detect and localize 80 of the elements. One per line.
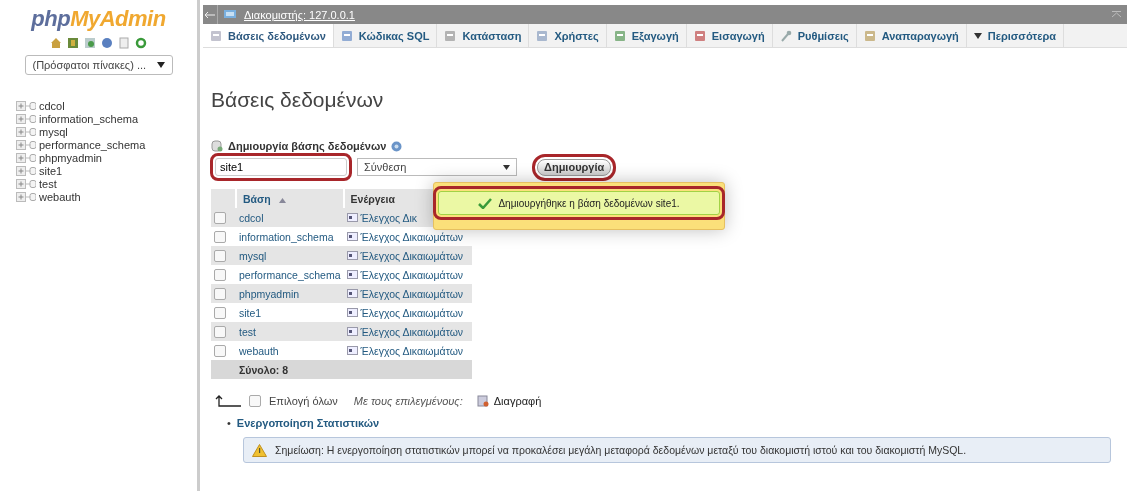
- expand-icon[interactable]: [16, 152, 36, 163]
- database-link[interactable]: information_schema: [39, 112, 139, 125]
- privileges-icon: [346, 289, 358, 298]
- nav-tab[interactable]: Αναπαραγωγή: [856, 24, 967, 47]
- column-header[interactable]: Βάση: [236, 189, 344, 208]
- expand-icon[interactable]: [16, 113, 36, 124]
- database-link[interactable]: mysql: [39, 125, 68, 138]
- nav-tab[interactable]: Κώδικας SQL: [333, 24, 438, 47]
- wrench-icon: [779, 29, 792, 42]
- reload-icon[interactable]: [135, 37, 147, 49]
- privileges-icon: [346, 346, 358, 355]
- page-heading: Βάσεις δεδομένων: [211, 88, 385, 112]
- dropdown-caret-icon: [503, 164, 510, 170]
- section-title: Δημιουργία βάσης δεδομένων: [228, 140, 387, 152]
- database-link[interactable]: webauth: [39, 190, 81, 203]
- privileges-link[interactable]: Έλεγχος Δικαιωμάτων: [360, 344, 464, 357]
- delete-button[interactable]: Διαγραφή: [476, 395, 542, 407]
- enable-statistics-link[interactable]: Ενεργοποίηση Στατιστικών: [236, 417, 380, 429]
- database-link[interactable]: phpmyadmin: [39, 151, 102, 164]
- database-link[interactable]: site1: [39, 164, 63, 177]
- logo[interactable]: phpMyAdmin: [31, 6, 166, 32]
- row-checkbox[interactable]: [214, 212, 226, 225]
- nav-tab[interactable]: Χρήστες: [529, 24, 607, 47]
- dropdown-caret-icon: [156, 62, 165, 68]
- server-icon: [224, 9, 238, 20]
- caret-icon: [973, 32, 982, 39]
- check-all-label[interactable]: Επιλογή όλων: [269, 395, 338, 407]
- database-link[interactable]: information_schema: [239, 230, 334, 243]
- expand-icon[interactable]: [16, 191, 36, 202]
- nav-tab[interactable]: Εισαγωγή: [686, 24, 773, 47]
- privileges-link[interactable]: Έλεγχος Δικαιωμάτων: [360, 268, 464, 281]
- nav-tab[interactable]: Ρυθμίσεις: [772, 24, 857, 47]
- warning-icon: [252, 443, 267, 457]
- database-link[interactable]: test: [239, 325, 256, 338]
- checkmark-icon: [478, 197, 493, 209]
- database-link[interactable]: test: [39, 177, 57, 190]
- expand-icon[interactable]: [16, 126, 36, 137]
- nav-tab[interactable]: Περισσότερα: [966, 24, 1064, 47]
- row-checkbox[interactable]: [214, 288, 226, 301]
- database-link[interactable]: performance_schema: [39, 138, 146, 151]
- expand-icon[interactable]: [16, 100, 36, 111]
- collation-select[interactable]: Σύνθεση: [357, 158, 517, 176]
- database-add-icon: [211, 140, 223, 152]
- row-checkbox[interactable]: [214, 326, 226, 339]
- row-checkbox[interactable]: [214, 231, 226, 244]
- expand-icon[interactable]: [16, 139, 36, 150]
- row-checkbox[interactable]: [214, 250, 226, 263]
- privileges-icon: [346, 308, 358, 317]
- database-link[interactable]: mysql: [239, 249, 267, 262]
- nav-tab[interactable]: Εξαγωγή: [606, 24, 687, 47]
- home-icon[interactable]: [50, 37, 62, 49]
- warning-notice: Σημείωση: Η ενεργοποίηση στατιστικών μπορεί να προκαλέσει μεγάλη μεταφορά δεδομένων μεταξύ του διακομιστή ιστού και του διακομιστή MySQL.: [243, 437, 1111, 463]
- delete-icon: [476, 395, 489, 407]
- expand-icon[interactable]: [16, 178, 36, 189]
- database-link[interactable]: site1: [239, 306, 262, 319]
- privileges-icon: [346, 327, 358, 336]
- privileges-icon: [346, 213, 358, 222]
- nav-tab[interactable]: Βάσεις δεδομένων: [203, 24, 334, 47]
- row-checkbox[interactable]: [214, 345, 226, 358]
- privileges-link[interactable]: Έλεγχος Δικαιωμάτων: [360, 230, 464, 243]
- scroll-top-icon[interactable]: [1112, 11, 1121, 18]
- nav-tab[interactable]: Κατάσταση: [437, 24, 530, 47]
- sort-ascending-icon: [278, 197, 286, 203]
- with-selected-label: Με τους επιλεγμένους:: [353, 395, 463, 407]
- recent-tables-select[interactable]: (Πρόσφατοι πίνακες) ...: [24, 55, 173, 75]
- privileges-icon: [346, 251, 358, 260]
- bullet: •: [227, 417, 231, 429]
- expand-icon[interactable]: [16, 165, 36, 176]
- total-count: Σύνολο: 8: [239, 363, 289, 376]
- row-checkbox[interactable]: [214, 307, 226, 320]
- privileges-icon: [346, 270, 358, 279]
- database-link[interactable]: cdcol: [39, 99, 65, 112]
- database-link[interactable]: webauth: [239, 344, 279, 357]
- privileges-link[interactable]: Έλεγχος Δικαιωμάτων: [360, 306, 464, 319]
- database-link[interactable]: performance_schema: [239, 268, 341, 281]
- arrow-icon: [215, 395, 241, 407]
- row-checkbox[interactable]: [214, 269, 226, 282]
- database-link[interactable]: cdcol: [239, 211, 264, 224]
- privileges-icon: [346, 232, 358, 241]
- check-all-checkbox[interactable]: [249, 395, 261, 407]
